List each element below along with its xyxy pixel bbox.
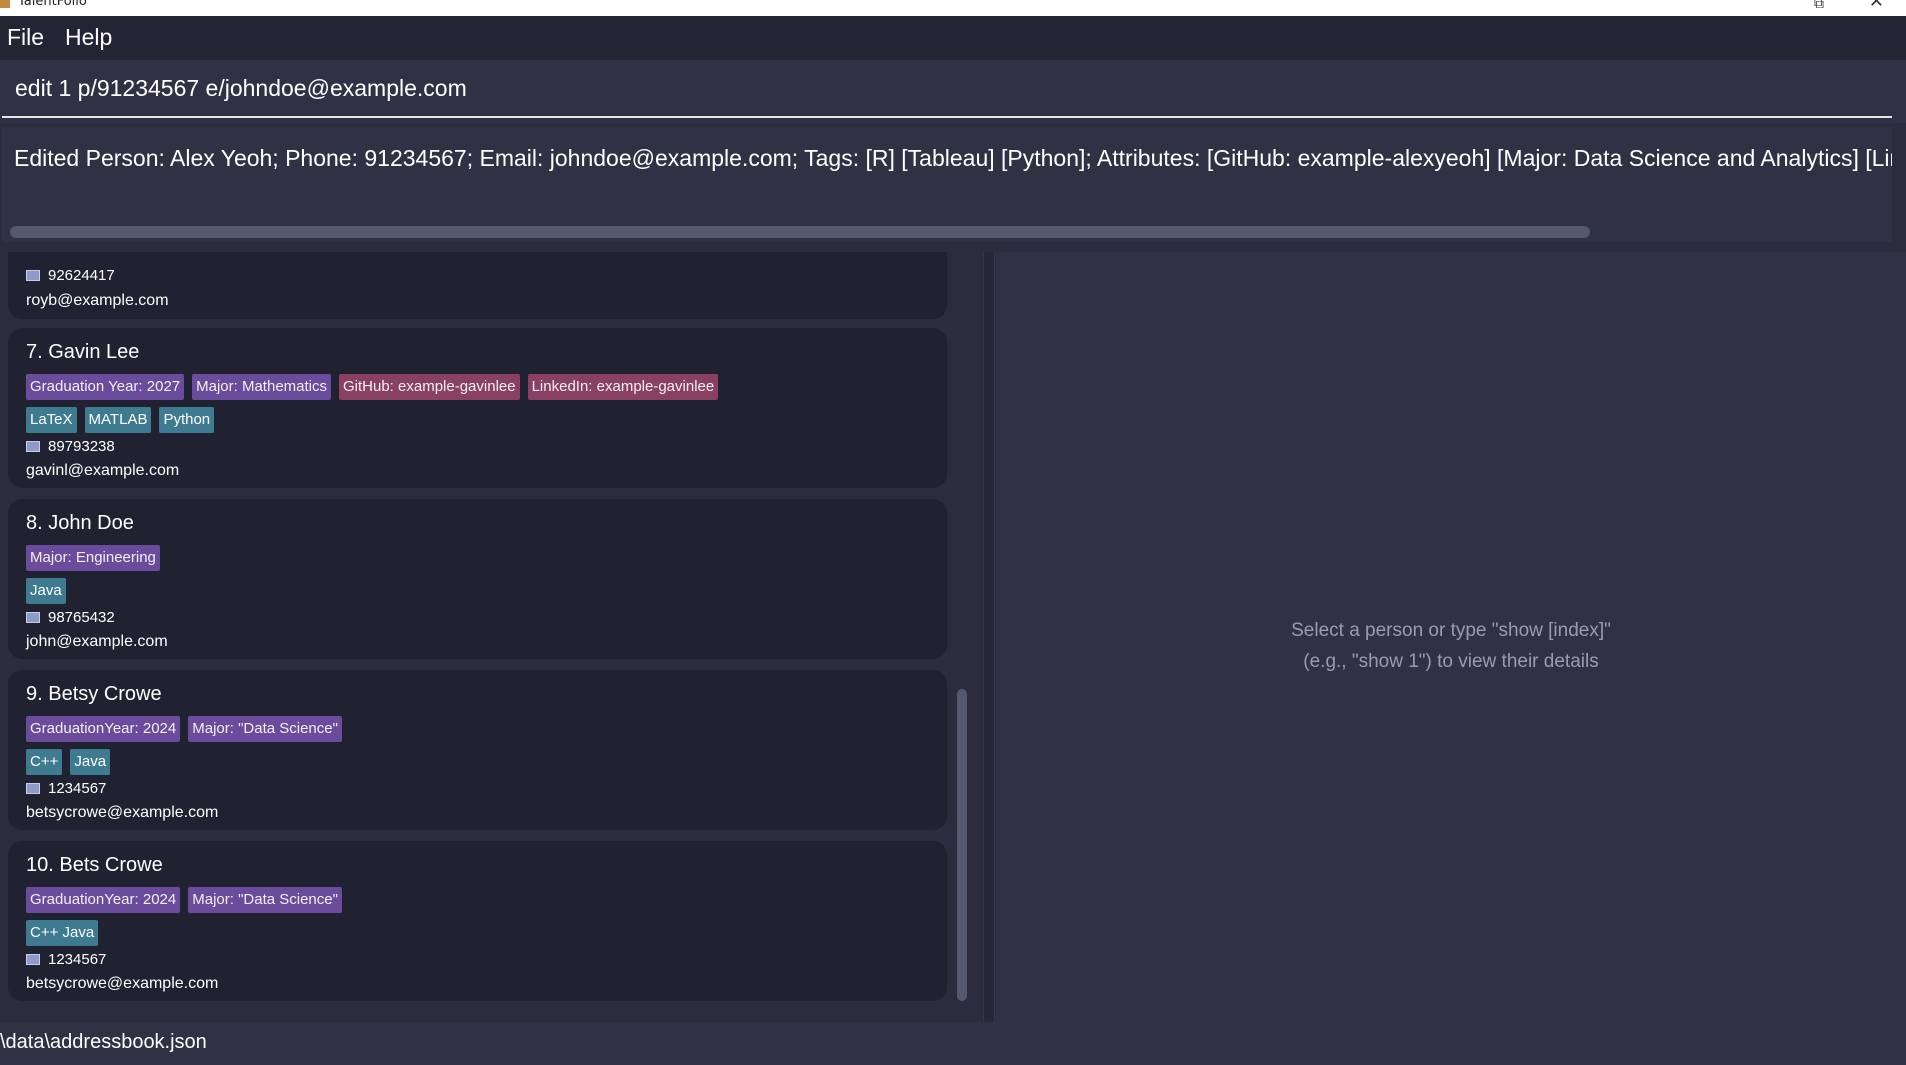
status-bar: \data\addressbook.json: [0, 1022, 1906, 1065]
person-list-panel: 92624417 royb@example.com 7. Gavin Lee G…: [0, 252, 985, 1022]
phone-row: 1234567: [26, 951, 106, 968]
tag-row: C++ Java: [26, 749, 118, 775]
tag-chip: Java: [26, 578, 66, 604]
attribute-chip: Major: Engineering: [26, 545, 160, 571]
attribute-chip: GraduationYear: 2024: [26, 887, 181, 913]
person-name: 7. Gavin Lee: [26, 341, 140, 363]
person-name: 8. John Doe: [26, 512, 134, 534]
attribute-chip: Major: "Data Science": [188, 887, 342, 913]
phone-icon: [26, 441, 40, 452]
email-address: betsycrowe@example.com: [26, 804, 219, 821]
result-message: Edited Person: Alex Yeoh; Phone: 9123456…: [14, 145, 1892, 171]
attribute-row: Graduation Year: 2027 Major: Mathematics G…: [26, 374, 726, 400]
phone-number: 89793238: [48, 438, 115, 455]
attribute-row: GraduationYear: 2024 Major: "Data Science…: [26, 887, 350, 913]
window-title: TalentFolio: [18, 0, 87, 9]
person-name: 9. Betsy Crowe: [26, 683, 162, 705]
tag-row: Java: [26, 578, 74, 604]
list-scrollbar-thumb[interactable]: [957, 689, 967, 1001]
attribute-chip: GitHub: example-gavinlee: [339, 374, 520, 400]
phone-icon: [26, 612, 40, 623]
menu-bar: File Help: [0, 16, 1906, 60]
menu-file[interactable]: File: [7, 24, 44, 51]
phone-row: 98765432: [26, 609, 115, 626]
attribute-chip: LinkedIn: example-gavinlee: [527, 374, 719, 400]
attribute-chip: Major: Mathematics: [192, 374, 331, 400]
menu-help[interactable]: Help: [65, 24, 112, 51]
email-address: gavinl@example.com: [26, 462, 180, 479]
command-box: [0, 60, 1906, 123]
email-address: betsycrowe@example.com: [26, 975, 219, 992]
close-icon[interactable]: ✕: [1869, 0, 1884, 11]
list-vertical-scrollbar[interactable]: [955, 252, 969, 1012]
phone-row: 89793238: [26, 438, 115, 455]
phone-row: 92624417: [26, 267, 115, 284]
placeholder-line-2: (e.g., "show 1") to view their details: [1303, 651, 1599, 672]
attribute-chip: Major: "Data Science": [188, 716, 342, 742]
person-card[interactable]: 9. Betsy Crowe GraduationYear: 2024 Major…: [8, 670, 947, 830]
person-card[interactable]: 7. Gavin Lee Graduation Year: 2027 Major:…: [8, 328, 947, 488]
phone-icon: [26, 954, 40, 965]
tag-row: C++ Java: [26, 920, 106, 946]
tag-chip: LaTeX: [26, 407, 77, 433]
phone-icon: [26, 783, 40, 794]
split-pane-divider[interactable]: [983, 252, 995, 1022]
tag-chip: Python: [159, 407, 215, 433]
restore-icon[interactable]: ⧉: [1814, 0, 1824, 12]
save-file-path: \data\addressbook.json: [0, 1031, 207, 1053]
window-title-bar: TalentFolio ⧉ ✕: [0, 0, 1906, 16]
detail-placeholder: Select a person or type "show [index]" (…: [996, 615, 1906, 677]
person-name: 10. Bets Crowe: [26, 854, 163, 876]
person-card[interactable]: 92624417 royb@example.com: [8, 252, 947, 319]
person-detail-panel: Select a person or type "show [index]" (…: [996, 252, 1906, 1022]
result-horizontal-scrollbar[interactable]: [2, 222, 1892, 242]
result-display-area: Edited Person: Alex Yeoh; Phone: 9123456…: [2, 127, 1892, 227]
phone-icon: [26, 270, 40, 281]
phone-number: 98765432: [48, 609, 115, 626]
phone-number: 1234567: [48, 951, 107, 968]
placeholder-line-1: Select a person or type "show [index]": [1291, 620, 1611, 641]
tag-chip: C++: [26, 749, 63, 775]
phone-number: 92624417: [48, 267, 115, 284]
command-input[interactable]: [2, 60, 1892, 118]
attribute-chip: GraduationYear: 2024: [26, 716, 181, 742]
email-address: john@example.com: [26, 633, 168, 650]
attribute-row: Major: Engineering: [26, 545, 168, 571]
app-icon: [0, 0, 10, 8]
phone-number: 1234567: [48, 780, 107, 797]
person-card[interactable]: 8. John Doe Major: Engineering Java 9876…: [8, 499, 947, 659]
tag-chip: MATLAB: [84, 407, 152, 433]
tag-chip: Java: [70, 749, 111, 775]
person-card[interactable]: 10. Bets Crowe GraduationYear: 2024 Major…: [8, 841, 947, 1001]
result-scrollbar-thumb[interactable]: [10, 226, 1590, 238]
phone-row: 1234567: [26, 780, 106, 797]
email-address: royb@example.com: [26, 292, 169, 309]
tag-row: LaTeX MATLAB Python: [26, 407, 222, 433]
tag-chip: C++ Java: [26, 920, 99, 946]
attribute-row: GraduationYear: 2024 Major: "Data Science…: [26, 716, 350, 742]
attribute-chip: Graduation Year: 2027: [26, 374, 185, 400]
